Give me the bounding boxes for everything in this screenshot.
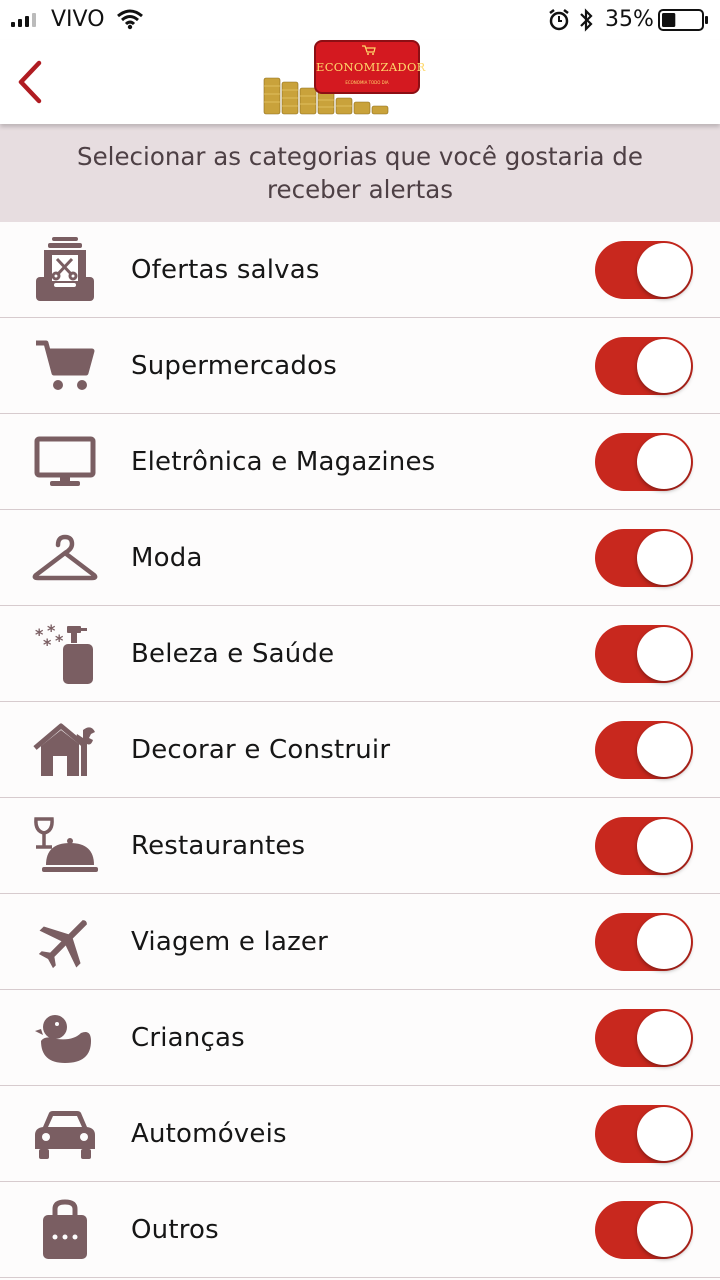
logo-text: ECONOMIZADOR	[316, 60, 426, 74]
toggle-knob	[637, 723, 691, 777]
toggle-knob	[637, 627, 691, 681]
status-bar: VIVO 35%	[0, 0, 720, 40]
category-list: Ofertas salvas Supermercados Eletrônica …	[0, 222, 720, 1278]
toggle-knob	[637, 531, 691, 585]
category-toggle[interactable]	[595, 1009, 693, 1067]
restaurant-icon	[30, 814, 100, 878]
spray-bottle-icon: * * * *	[30, 622, 100, 686]
list-item: Eletrônica e Magazines	[0, 414, 720, 510]
toggle-knob	[637, 339, 691, 393]
logo-subtext: ECONOMIA TODO DIA	[345, 80, 389, 85]
list-item: Viagem e lazer	[0, 894, 720, 990]
list-item: * * * * Beleza e Saúde	[0, 606, 720, 702]
shopping-bag-icon	[30, 1198, 100, 1262]
app-logo: ECONOMIZADOR ECONOMIA TODO DIA	[262, 40, 426, 120]
rubber-duck-icon	[30, 1006, 100, 1070]
list-item: Supermercados	[0, 318, 720, 414]
bluetooth-icon	[580, 8, 593, 32]
instruction-banner: Selecionar as categorias que você gostar…	[0, 124, 720, 222]
category-label: Restaurantes	[131, 831, 306, 861]
toggle-knob	[637, 1011, 691, 1065]
category-label: Crianças	[131, 1023, 245, 1053]
category-label: Ofertas salvas	[131, 255, 320, 285]
category-label: Automóveis	[131, 1119, 287, 1149]
carrier-name: VIVO	[51, 7, 105, 32]
list-item: Restaurantes	[0, 798, 720, 894]
hanger-icon	[30, 526, 100, 590]
toggle-knob	[637, 243, 691, 297]
airplane-icon	[30, 910, 100, 974]
chevron-left-icon	[18, 60, 42, 104]
toggle-knob	[637, 915, 691, 969]
category-label: Viagem e lazer	[131, 927, 329, 957]
category-toggle[interactable]	[595, 625, 693, 683]
signal-icon	[11, 12, 36, 27]
category-toggle[interactable]	[595, 529, 693, 587]
house-tools-icon	[30, 718, 100, 782]
app-header: ECONOMIZADOR ECONOMIA TODO DIA	[0, 40, 720, 124]
battery-percent: 35%	[605, 7, 654, 32]
list-item: Moda	[0, 510, 720, 606]
category-label: Supermercados	[131, 351, 337, 381]
wifi-icon	[117, 9, 143, 30]
list-item: Crianças	[0, 990, 720, 1086]
category-toggle[interactable]	[595, 913, 693, 971]
category-toggle[interactable]	[595, 337, 693, 395]
saved-coupons-icon	[30, 237, 100, 302]
category-label: Eletrônica e Magazines	[131, 447, 436, 477]
category-label: Outros	[131, 1215, 219, 1245]
list-item: Ofertas salvas	[0, 222, 720, 318]
alarm-icon	[549, 9, 569, 31]
category-toggle[interactable]	[595, 241, 693, 299]
shopping-cart-icon	[30, 334, 100, 398]
list-item: Automóveis	[0, 1086, 720, 1182]
car-icon	[30, 1102, 100, 1166]
logo-badge: ECONOMIZADOR ECONOMIA TODO DIA	[314, 40, 426, 94]
list-item: Outros	[0, 1182, 720, 1278]
toggle-knob	[637, 819, 691, 873]
category-toggle[interactable]	[595, 1105, 693, 1163]
toggle-knob	[637, 1203, 691, 1257]
monitor-icon	[30, 430, 100, 494]
category-toggle[interactable]	[595, 817, 693, 875]
toggle-knob	[637, 435, 691, 489]
category-label: Decorar e Construir	[131, 735, 391, 765]
back-button[interactable]	[10, 56, 50, 108]
cart-icon	[362, 45, 376, 55]
category-toggle[interactable]	[595, 721, 693, 779]
svg-text:*: *	[55, 631, 64, 650]
category-label: Moda	[131, 543, 203, 573]
list-item: Decorar e Construir	[0, 702, 720, 798]
toggle-knob	[637, 1107, 691, 1161]
svg-text:*: *	[43, 635, 52, 654]
category-toggle[interactable]	[595, 433, 693, 491]
battery-icon	[658, 9, 708, 31]
instruction-text: Selecionar as categorias que você gostar…	[77, 142, 643, 204]
category-label: Beleza e Saúde	[131, 639, 335, 669]
category-toggle[interactable]	[595, 1201, 693, 1259]
